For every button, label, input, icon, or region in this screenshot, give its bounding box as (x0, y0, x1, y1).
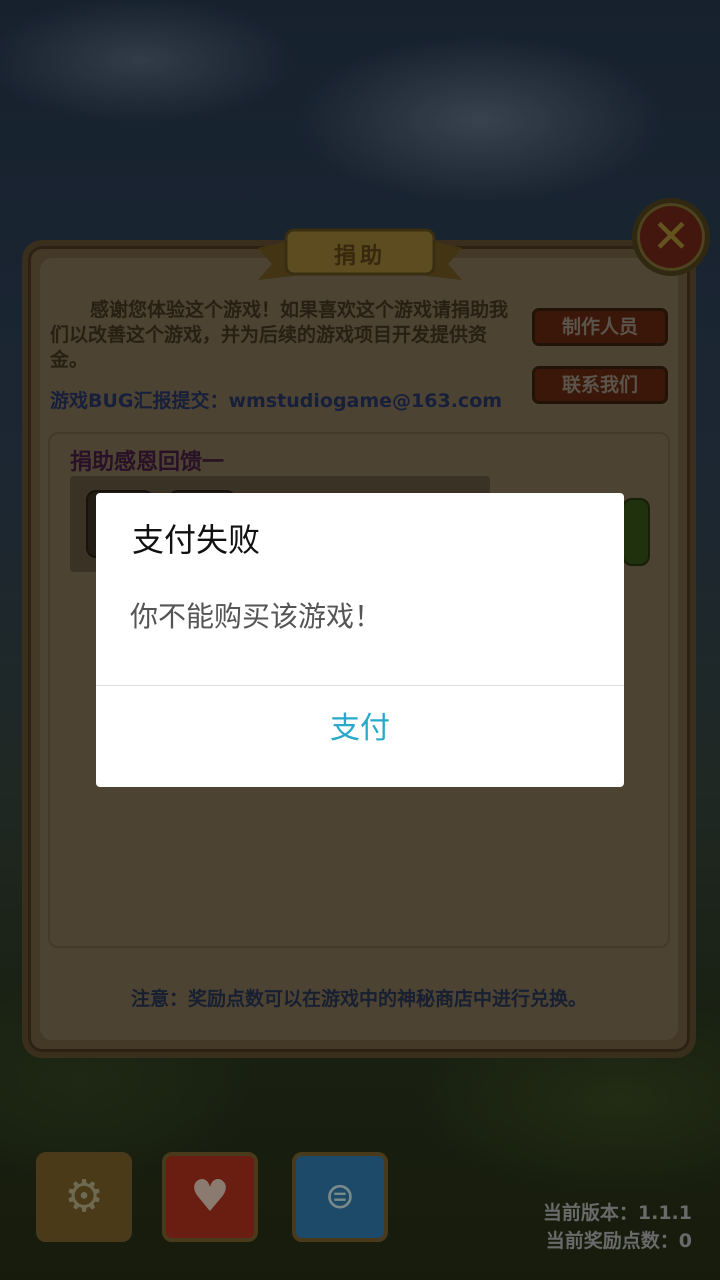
coin-icon: ⊜ (324, 1176, 356, 1217)
favorite-button[interactable]: ♥ (162, 1152, 258, 1242)
settings-button[interactable]: ⚙ (36, 1152, 132, 1242)
gear-icon: ⚙ (64, 1171, 104, 1222)
version-label: 当前版本：1.1.1 (542, 1202, 692, 1224)
reward-points-label: 当前奖励点数：0 (545, 1230, 692, 1252)
dialog-message: 你不能购买该游戏！ (130, 600, 383, 633)
dialog-title: 支付失败 (132, 521, 261, 559)
heart-icon: ♥ (190, 1171, 230, 1222)
shop-button[interactable]: ⊜ (292, 1152, 388, 1242)
payment-failed-dialog: 支付失败 你不能购买该游戏！ 支付 (96, 493, 624, 787)
dialog-pay-button[interactable]: 支付 (96, 686, 624, 787)
